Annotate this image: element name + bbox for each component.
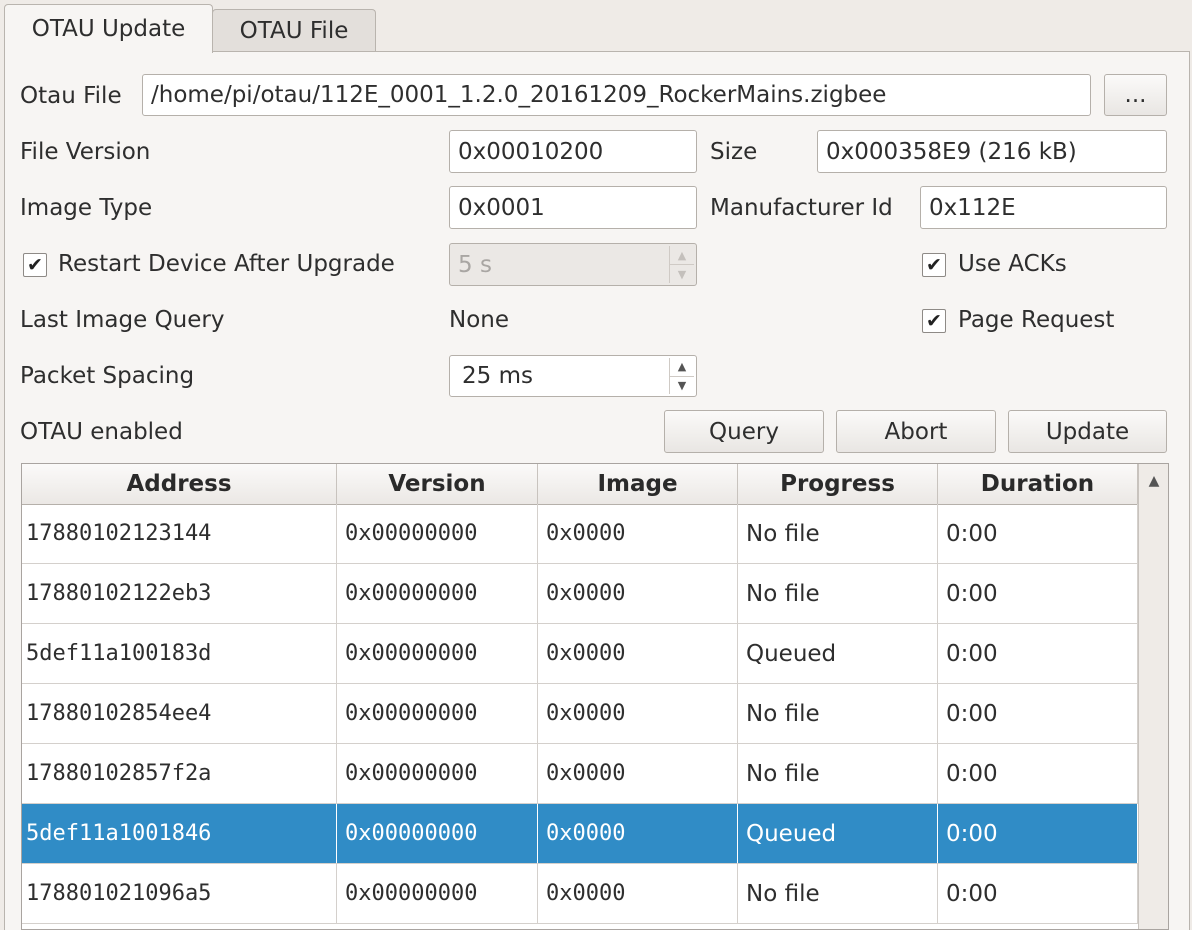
cell-version: 0x00000000 <box>337 744 538 803</box>
cell-address: 5def11a1001846 <box>22 804 337 863</box>
file-version-field[interactable]: 0x00010200 <box>449 130 697 173</box>
column-header-progress[interactable]: Progress <box>738 464 938 504</box>
manufacturer-id-label: Manufacturer Id <box>710 195 893 221</box>
cell-image: 0x0000 <box>538 564 738 623</box>
cell-address: 17880102122eb3 <box>22 564 337 623</box>
restart-device-checkbox[interactable]: ✔ <box>23 253 47 277</box>
table-row[interactable]: 178801021096a5 0x00000000 0x0000 No file… <box>22 864 1138 924</box>
cell-progress: Queued <box>738 624 938 683</box>
image-type-field[interactable]: 0x0001 <box>449 186 697 229</box>
cell-address: 17880102857f2a <box>22 744 337 803</box>
restart-delay-value: 5 s <box>458 251 492 278</box>
cell-address: 17880102854ee4 <box>22 684 337 743</box>
tab-otau-update[interactable]: OTAU Update <box>4 4 213 53</box>
spin-up-icon[interactable]: ▲ <box>670 358 694 376</box>
packet-spacing-arrows[interactable]: ▲ ▼ <box>669 358 694 394</box>
cell-version: 0x00000000 <box>337 504 538 563</box>
packet-spacing-spinbox[interactable]: 25 ms ▲ ▼ <box>449 355 697 397</box>
table-row[interactable]: 17880102857f2a 0x00000000 0x0000 No file… <box>22 744 1138 804</box>
cell-image: 0x0000 <box>538 504 738 563</box>
use-acks-checkbox[interactable]: ✔ <box>922 253 946 277</box>
nodes-table: Address Version Image Progress Duration … <box>21 463 1169 930</box>
size-label: Size <box>710 139 758 165</box>
cell-image: 0x0000 <box>538 864 738 923</box>
last-image-query-value: None <box>449 307 510 333</box>
cell-address: 17880102123144 <box>22 504 337 563</box>
cell-version: 0x00000000 <box>337 684 538 743</box>
table-row[interactable]: 17880102854ee4 0x00000000 0x0000 No file… <box>22 684 1138 744</box>
browse-file-button[interactable]: ... <box>1104 74 1167 116</box>
page-request-label: Page Request <box>958 307 1115 333</box>
restart-delay-arrows: ▲ ▼ <box>669 246 694 283</box>
column-header-address[interactable]: Address <box>22 464 337 504</box>
otau-file-path-field[interactable]: /home/pi/otau/112E_0001_1.2.0_20161209_R… <box>142 74 1091 116</box>
cell-progress: No file <box>738 864 938 923</box>
spin-up-icon: ▲ <box>677 248 687 262</box>
cell-version: 0x00000000 <box>337 624 538 683</box>
abort-button[interactable]: Abort <box>836 410 996 453</box>
cell-progress: No file <box>738 504 938 563</box>
otau-file-label: Otau File <box>20 83 122 109</box>
column-header-version[interactable]: Version <box>337 464 538 504</box>
cell-image: 0x0000 <box>538 804 738 863</box>
image-type-label: Image Type <box>20 195 153 221</box>
cell-progress: No file <box>738 744 938 803</box>
cell-duration: 0:00 <box>938 804 1138 863</box>
otau-status-label: OTAU enabled <box>20 419 183 445</box>
cell-image: 0x0000 <box>538 684 738 743</box>
restart-device-label: Restart Device After Upgrade <box>58 251 395 277</box>
update-button[interactable]: Update <box>1008 410 1167 453</box>
table-row[interactable]: 17880102123144 0x00000000 0x0000 No file… <box>22 504 1138 564</box>
cell-duration: 0:00 <box>938 864 1138 923</box>
cell-address: 5def11a100183d <box>22 624 337 683</box>
column-header-duration[interactable]: Duration <box>938 464 1138 504</box>
use-acks-label: Use ACKs <box>958 251 1067 277</box>
table-vertical-scrollbar[interactable]: ▲ <box>1138 464 1168 929</box>
scroll-up-icon[interactable]: ▲ <box>1139 464 1168 498</box>
file-version-label: File Version <box>20 139 151 165</box>
cell-duration: 0:00 <box>938 744 1138 803</box>
spin-down-icon[interactable]: ▼ <box>670 375 694 395</box>
tab-otau-file[interactable]: OTAU File <box>212 9 376 52</box>
last-image-query-label: Last Image Query <box>20 307 225 333</box>
table-row[interactable]: 17880102122eb3 0x00000000 0x0000 No file… <box>22 564 1138 624</box>
page-request-checkbox[interactable]: ✔ <box>922 309 946 333</box>
query-button[interactable]: Query <box>664 410 824 453</box>
table-row[interactable]: 5def11a100183d 0x00000000 0x0000 Queued … <box>22 624 1138 684</box>
packet-spacing-label: Packet Spacing <box>20 363 195 389</box>
tab-bar: OTAU Update OTAU File <box>0 0 1192 53</box>
cell-image: 0x0000 <box>538 744 738 803</box>
cell-progress: No file <box>738 564 938 623</box>
cell-image: 0x0000 <box>538 624 738 683</box>
column-header-image[interactable]: Image <box>538 464 738 504</box>
manufacturer-id-field[interactable]: 0x112E <box>920 186 1167 229</box>
cell-duration: 0:00 <box>938 564 1138 623</box>
cell-version: 0x00000000 <box>337 804 538 863</box>
table-header: Address Version Image Progress Duration <box>22 464 1138 505</box>
restart-delay-spinbox: 5 s ▲ ▼ <box>449 243 697 286</box>
table-row-selected[interactable]: 5def11a1001846 0x00000000 0x0000 Queued … <box>22 804 1138 864</box>
spin-down-icon: ▼ <box>670 264 694 283</box>
cell-progress: No file <box>738 684 938 743</box>
cell-version: 0x00000000 <box>337 564 538 623</box>
cell-duration: 0:00 <box>938 624 1138 683</box>
cell-address: 178801021096a5 <box>22 864 337 923</box>
cell-progress: Queued <box>738 804 938 863</box>
packet-spacing-value: 25 ms <box>462 363 533 389</box>
cell-duration: 0:00 <box>938 504 1138 563</box>
cell-version: 0x00000000 <box>337 864 538 923</box>
cell-duration: 0:00 <box>938 684 1138 743</box>
size-field[interactable]: 0x000358E9 (216 kB) <box>817 130 1167 173</box>
